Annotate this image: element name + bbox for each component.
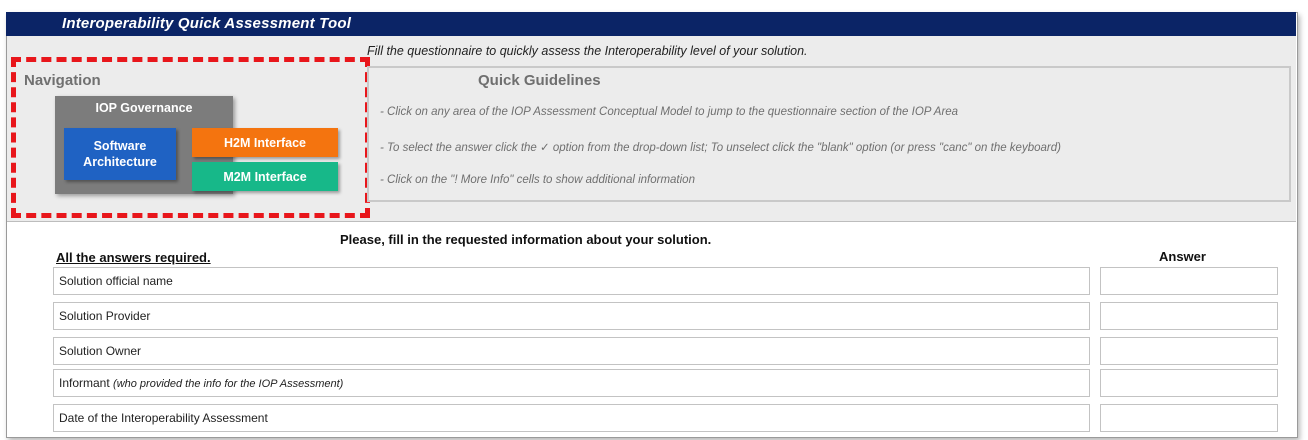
form-heading: Please, fill in the requested informatio…: [340, 232, 712, 247]
row-label-solution-owner: Solution Owner: [53, 337, 1090, 365]
informant-note: (who provided the info for the IOP Asses…: [113, 378, 344, 390]
page-title: Interoperability Quick Assessment Tool: [62, 15, 352, 32]
guideline-3: - Click on the "! More Info" cells to sh…: [380, 174, 695, 186]
row-label-solution-provider: Solution Provider: [53, 302, 1090, 330]
guidelines-title: Quick Guidelines: [478, 72, 601, 89]
intro-text: Fill the questionnaire to quickly assess…: [367, 44, 808, 58]
guideline-1: - Click on any area of the IOP Assessmen…: [380, 106, 959, 118]
guideline-2: - To select the answer click the ✓ optio…: [380, 142, 1061, 154]
answer-cell-solution-owner[interactable]: [1100, 337, 1278, 365]
title-bar: Interoperability Quick Assessment Tool: [6, 12, 1296, 36]
row-label-solution-name: Solution official name: [53, 267, 1090, 295]
answer-cell-informant[interactable]: [1100, 369, 1278, 397]
required-note: All the answers required.: [56, 250, 211, 265]
highlight-dashed-box: [11, 57, 370, 218]
row-label-assessment-date: Date of the Interoperability Assessment: [53, 404, 1090, 432]
answer-cell-solution-provider[interactable]: [1100, 302, 1278, 330]
answer-cell-solution-name[interactable]: [1100, 267, 1278, 295]
answer-cell-assessment-date[interactable]: [1100, 404, 1278, 432]
answer-column-header: Answer: [1159, 249, 1206, 264]
row-label-informant: Informant (who provided the info for the…: [53, 369, 1090, 397]
